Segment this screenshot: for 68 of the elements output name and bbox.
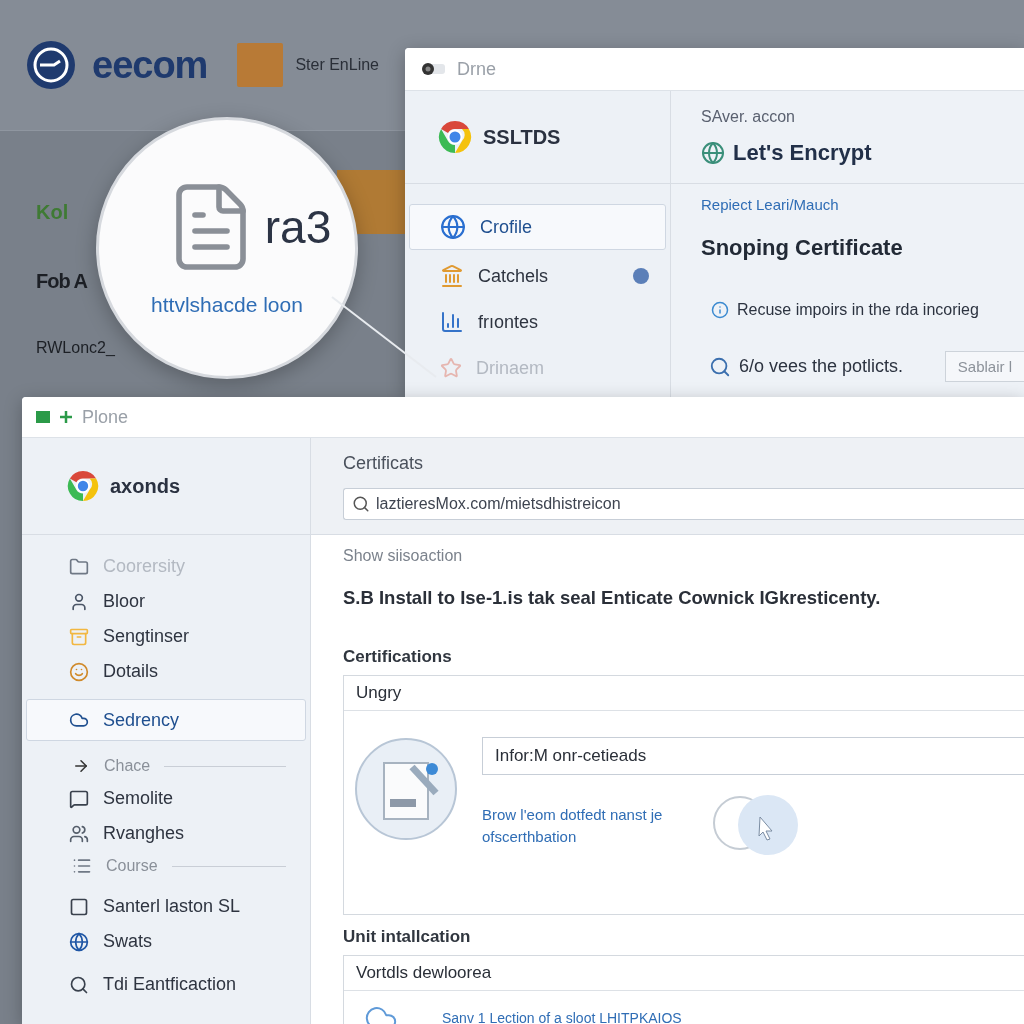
sidebar-item[interactable]: Semolite xyxy=(26,781,306,816)
provider-name: Let's Encrypt xyxy=(733,140,872,166)
section-caption: SAver. accon xyxy=(701,108,796,126)
sidebar-item-icon xyxy=(69,896,89,917)
browser-logo-icon xyxy=(437,119,473,155)
sidebar-item[interactable]: Santerl laston SL xyxy=(26,889,306,924)
search-hint: 6/o vees the potlicts. xyxy=(739,356,904,377)
background-text: Fob A xyxy=(36,270,87,293)
sidebar-item[interactable]: Dotails xyxy=(26,654,306,689)
section-label: Chace xyxy=(104,757,151,775)
info-text: Recuse impoirs in the rda incorieg xyxy=(737,301,979,319)
sidebar-item-icon xyxy=(440,357,462,379)
sidebar-item-icon xyxy=(440,214,466,240)
window-title: Plone xyxy=(82,406,129,428)
help-link[interactable]: Brow l'eom dotfedt nanst je ofscerthbation xyxy=(482,804,682,848)
sidebar-item[interactable]: Rvanghes xyxy=(26,816,306,851)
address-field[interactable]: laztieresMox.com/mietsdhistreicon xyxy=(343,487,1024,520)
sidebar-item[interactable]: Sedrency xyxy=(26,699,306,741)
brand-name: SSLTDS xyxy=(483,125,561,149)
section-heading: Unit intallcation xyxy=(343,927,472,947)
summary-sentence: S.B Install to Ise-1.is tak seal Enticate Cownick IGkresticenty. xyxy=(343,587,882,609)
sidebar-item-icon xyxy=(69,974,89,995)
sidebar-item-icon xyxy=(69,556,89,577)
background-text: Kol xyxy=(36,201,69,224)
sidebar-item-icon xyxy=(440,310,464,334)
sidebar-item-icon xyxy=(72,757,90,775)
sidebar-item[interactable]: Crofile xyxy=(409,204,666,250)
card-title: Ungry xyxy=(344,676,1024,711)
window-title: Drne xyxy=(457,58,496,80)
browser-logo-icon xyxy=(66,469,100,503)
page-heading: Snoping Certificate xyxy=(701,235,904,261)
section-heading: Certifications xyxy=(343,647,453,667)
sidebar-item-icon xyxy=(69,626,89,647)
logo-text: eecom xyxy=(92,43,208,87)
section-label: Course xyxy=(106,857,158,875)
sidebar-item-icon xyxy=(69,931,89,952)
sidebar-item-icon xyxy=(72,856,92,876)
breadcrumb-link[interactable]: Repiect Leari/Mauch xyxy=(701,196,839,213)
brand-name: axonds xyxy=(110,474,181,498)
globe-icon xyxy=(701,141,725,165)
sidebar-item-icon xyxy=(69,591,89,612)
search-icon xyxy=(709,355,731,378)
background-text: RWLonc2_ xyxy=(36,339,115,357)
logo-icon xyxy=(24,38,78,92)
site-name: Ster EnLine xyxy=(295,56,379,74)
sidebar-item-icon xyxy=(440,264,464,288)
info-text: Sanv 1 Lection of a sloot LHITPKAIOS xyxy=(442,1010,682,1024)
magnified-title: ra3 xyxy=(264,200,332,254)
camera-icon xyxy=(419,61,447,77)
sidebar-item-icon xyxy=(69,710,89,730)
magnified-link[interactable]: httvlshacde loon xyxy=(151,293,303,317)
subtitle: Show siisoaction xyxy=(343,547,464,565)
input-field[interactable]: Infor:M onr-cetieads xyxy=(482,737,1024,775)
app-tile-icon xyxy=(237,43,284,87)
sidebar-item[interactable]: Tdi Eantficaction xyxy=(26,967,306,1002)
sidebar-item-icon xyxy=(69,823,89,844)
sidebar-item-icon xyxy=(69,788,89,809)
page-title: Certificats xyxy=(343,452,424,474)
sidebar-item[interactable]: Bloor xyxy=(26,584,306,619)
plus-icon xyxy=(60,411,72,423)
card-title: Vortdls dewloorea xyxy=(344,956,1024,991)
search-icon xyxy=(352,494,370,513)
sidebar-item[interactable]: Sengtinser xyxy=(26,619,306,654)
sidebar-item-icon xyxy=(69,661,89,682)
sidebar-item[interactable]: Swats xyxy=(26,924,306,959)
sidebar-item[interactable]: frıontes xyxy=(409,302,666,342)
info-icon xyxy=(711,301,729,319)
sidebar-item[interactable]: Catchels xyxy=(409,256,666,296)
